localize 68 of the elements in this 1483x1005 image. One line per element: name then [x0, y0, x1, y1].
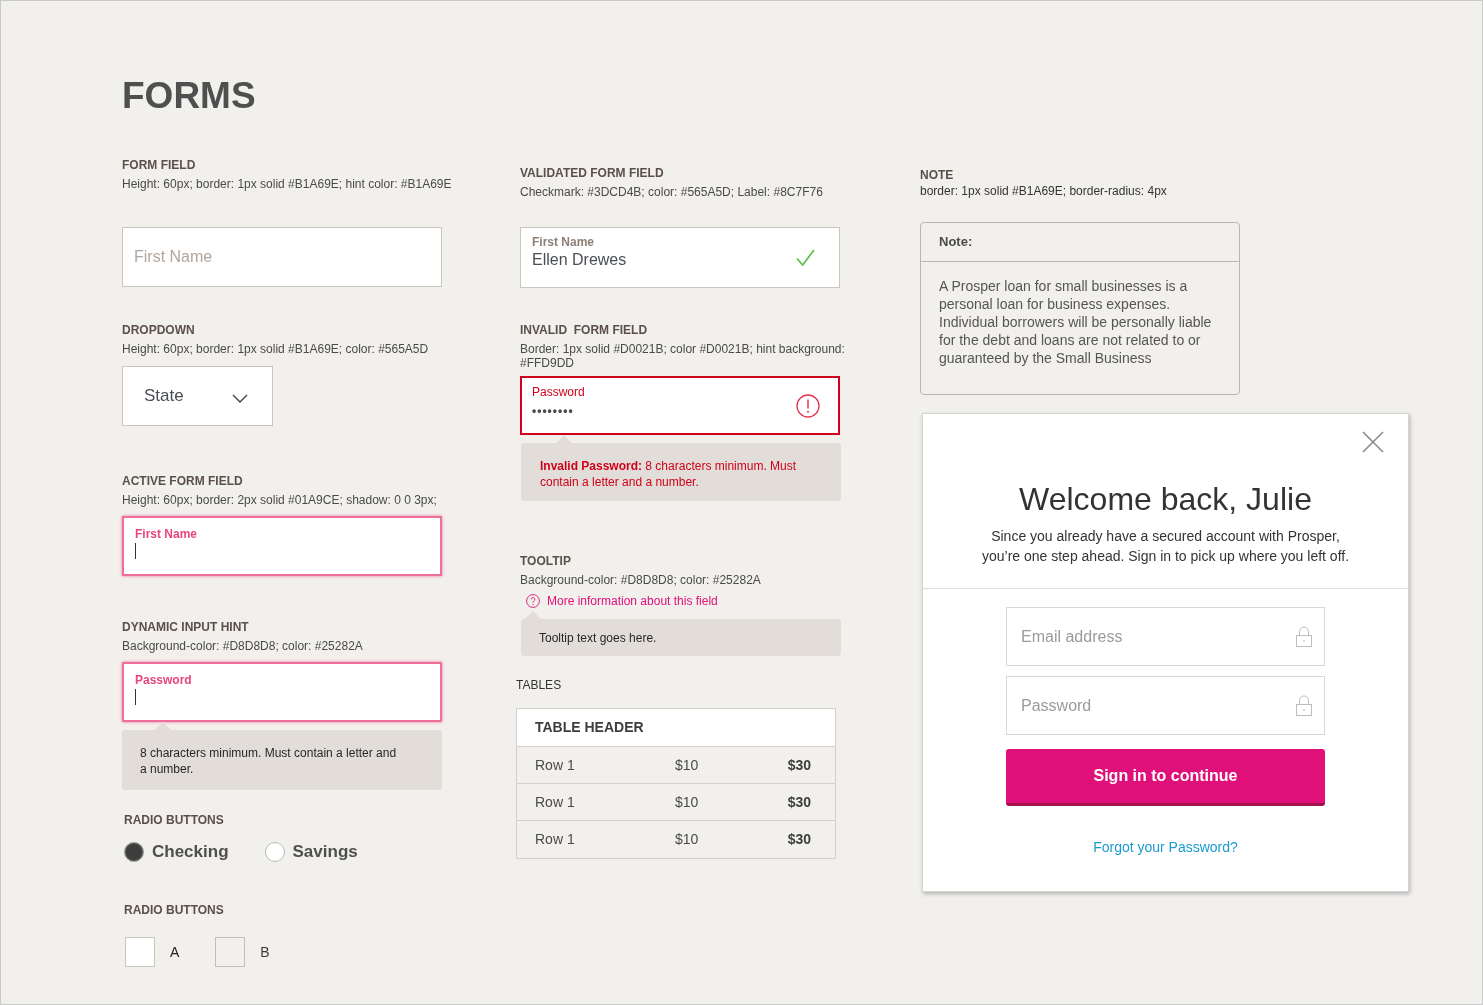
table-cell-text: Row 1 [535, 830, 575, 849]
input-field[interactable]: First Name Ellen Drewes [520, 227, 840, 288]
tooltip: Tooltip text goes here. [521, 611, 841, 656]
section-heading: NOTE [920, 168, 954, 182]
section-heading: FORM FIELD [122, 158, 196, 172]
square-radio-button[interactable] [125, 937, 155, 967]
section-heading: TOOLTIP [520, 554, 571, 568]
field-value: Ellen Drewes [532, 250, 627, 270]
table-cell-text: $30 [787, 755, 811, 775]
radio-label: B [260, 944, 270, 960]
alert-icon [796, 393, 820, 418]
field-label: Password [135, 673, 192, 687]
radio-label: A [170, 944, 180, 960]
spec-text: Height: 60px; border: 2px solid #01A9CE; shadow: 0 0 3px; [122, 493, 437, 507]
checkmark-icon [796, 249, 815, 266]
table-cell-text: $10 [675, 830, 699, 849]
spec-text: Checkmark: #3DCD4B; color: #565A5D; Label: #8C7F76 [520, 185, 824, 199]
note-title: Note: [939, 233, 973, 252]
section-heading: VALIDATED FORM FIELD [520, 166, 664, 180]
info-link[interactable]: More information about this field [547, 594, 718, 608]
help-icon[interactable] [526, 594, 540, 608]
text-cursor-icon [135, 543, 136, 559]
field-value: •••••••• [532, 403, 574, 419]
spec-text: Background-color: #D8D8D8; color: #25282A [122, 639, 363, 653]
close-icon[interactable] [1362, 431, 1384, 453]
input-field[interactable]: Email address [1006, 607, 1325, 666]
modal-title: Welcome back, Julie [1019, 480, 1312, 518]
input-field[interactable]: Password [122, 662, 442, 722]
radio-button[interactable] [124, 842, 144, 862]
spec-text: border: 1px solid #B1A69E; border-radius: 4px [920, 184, 1167, 198]
sign-in-button[interactable]: Sign in to continue [1006, 749, 1325, 806]
spec-text: Background-color: #D8D8D8; color: #25282A [520, 573, 762, 587]
field-label: Password [532, 385, 585, 399]
table-cell-text: Row 1 [535, 755, 575, 775]
input-field[interactable]: Password •••••••• [520, 376, 840, 435]
section-heading: TABLES [516, 678, 562, 692]
note-text: A Prosper loan for small businesses is a personal loan for business expenses. Individual borrowers will be personally liable for the debt and loans are not related to or guaranteed by the Small Business [938, 277, 1213, 367]
field-label: First Name [532, 235, 595, 249]
input-field[interactable]: Password [1006, 676, 1325, 735]
section-heading: RADIO BUTTONS [124, 813, 224, 827]
input-field[interactable]: First Name [122, 516, 442, 576]
field-label: First Name [135, 527, 198, 541]
modal-message: Since you already have a secured account with Prosper, you’re one step ahead. Sign in to pick up where you left off. [980, 527, 1351, 566]
table-cell-text: $10 [675, 792, 699, 812]
lock-icon [1296, 626, 1312, 647]
lock-icon [1296, 695, 1312, 716]
table-cell-text: $30 [787, 830, 811, 849]
table-cell-text: $30 [787, 792, 811, 812]
section-heading: DROPDOWN [122, 323, 195, 337]
spec-text: Height: 60px; border: 1px solid #B1A69E; hint color: #B1A69E [122, 177, 452, 191]
table-header: TABLE HEADER [517, 709, 835, 747]
section-heading: DYNAMIC INPUT HINT [122, 620, 249, 634]
table-cell-text: $10 [675, 755, 699, 775]
section-heading: ACTIVE FORM FIELD [122, 474, 243, 488]
chevron-down-icon [232, 393, 248, 403]
input-field[interactable]: First Name [122, 227, 442, 287]
radio-label: Checking [152, 842, 229, 862]
spec-text: Height: 60px; border: 1px solid #B1A69E; color: #565A5D [122, 342, 429, 356]
dropdown[interactable]: State [122, 366, 273, 426]
section-heading: RADIO BUTTONS [124, 903, 224, 917]
spec-text: Border: 1px solid #D0021B; color #D0021B; hint background: #FFD9DD [520, 342, 846, 370]
text-cursor-icon [135, 689, 136, 705]
page-title: FORMS [122, 77, 256, 114]
radio-button[interactable] [264, 842, 285, 862]
forgot-password-link[interactable]: Forgot your Password? [1093, 838, 1238, 856]
section-heading: INVALID FORM FIELD [520, 323, 648, 337]
radio-label: Savings [292, 842, 358, 862]
table-cell-text: Row 1 [535, 792, 575, 812]
